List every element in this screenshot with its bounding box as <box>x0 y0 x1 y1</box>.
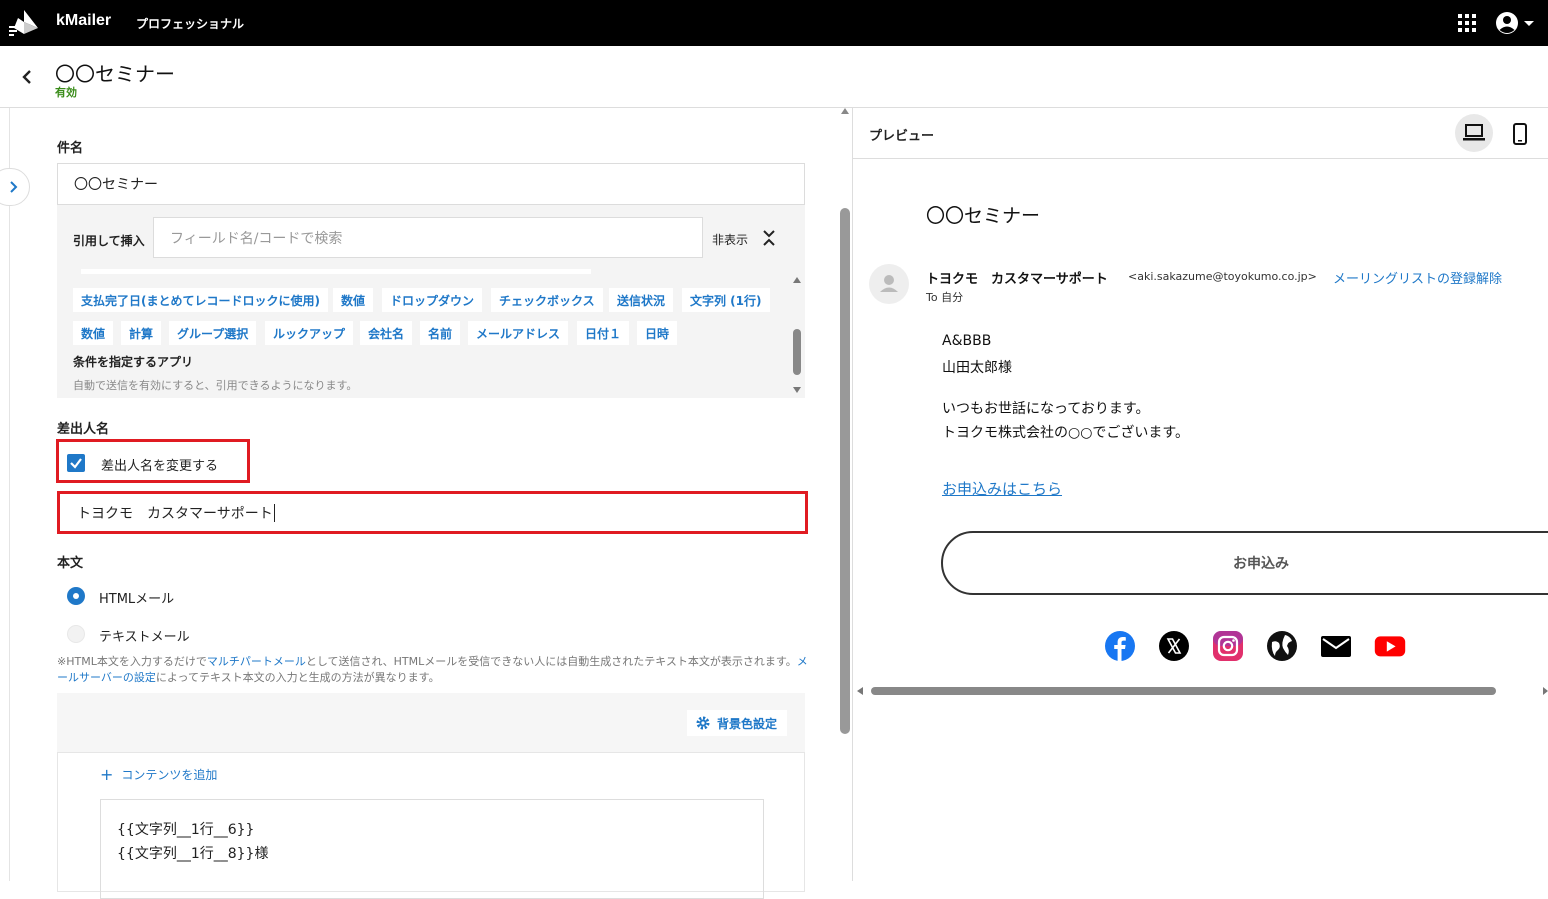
field-chip[interactable]: ルックアップ <box>265 321 354 345</box>
unsubscribe-link[interactable]: メーリングリストの登録解除 <box>1333 268 1502 287</box>
field-chip[interactable]: メールアドレス <box>468 321 569 345</box>
content-editor[interactable]: {{文字列__1行__6}} {{文字列__1行__8}}様 <box>100 799 764 899</box>
radio-text-label[interactable]: テキストメール <box>99 626 190 645</box>
note-text: ※HTML本文を入力するだけで <box>57 655 207 668</box>
mail-icon[interactable] <box>1320 630 1352 662</box>
field-search-input[interactable]: フィールド名/コードで検索 <box>153 217 703 258</box>
field-chip[interactable]: 日時 <box>637 321 678 345</box>
preview-body-line: いつもお世話になっております。 <box>942 401 1150 417</box>
sender-label: 差出人名 <box>57 422 110 437</box>
smartphone-icon[interactable] <box>1512 123 1528 145</box>
laptop-icon <box>1463 124 1485 141</box>
sender-name-input[interactable]: トヨクモ カスタマーサポート <box>61 495 804 530</box>
preview-scrollbar[interactable] <box>853 684 1548 698</box>
preview-sender-email: <aki.sakazume@toyokumo.co.jp> <box>1128 270 1317 283</box>
collapse-icon[interactable] <box>761 227 777 249</box>
radio-html[interactable] <box>67 587 85 605</box>
insert-label: 引用して挿入 <box>73 234 145 248</box>
facebook-icon[interactable] <box>1104 630 1136 662</box>
body-label: 本文 <box>57 556 84 571</box>
content-section: 背景色設定 + コンテンツを追加 {{文字列__1行__6}} {{文字列__1… <box>57 693 805 899</box>
sender-name-value: トヨクモ カスタマーサポート <box>77 505 273 522</box>
avatar <box>869 264 909 304</box>
app-edition: プロフェッショナル <box>136 17 245 31</box>
x-icon[interactable] <box>1158 630 1190 662</box>
plus-icon: + <box>100 765 114 784</box>
person-icon <box>880 275 898 292</box>
field-chip[interactable]: ドロップダウン <box>382 288 483 312</box>
preview-to: To 自分 <box>926 291 964 304</box>
field-chip[interactable]: 数値 <box>333 288 374 312</box>
conditional-app-hint: 自動で送信を有効にすると、引用できるようになります。 <box>73 379 358 392</box>
instagram-icon[interactable] <box>1212 630 1244 662</box>
page-title: 〇〇セミナー <box>55 62 175 86</box>
conditional-app-label: 条件を指定するアプリ <box>73 355 194 369</box>
page-header: 〇〇セミナー 有効 <box>0 46 1548 108</box>
multipart-link[interactable]: マルチパートメール <box>207 655 306 668</box>
preview-sender-name: トヨクモ カスタマーサポート <box>926 272 1108 287</box>
change-sender-checkbox[interactable] <box>67 454 85 472</box>
preview-panel: プレビュー 〇〇セミナー トヨクモ カスタマーサポート <aki.sakazum… <box>853 108 1548 881</box>
chip-list-scrollbar[interactable] <box>790 275 804 397</box>
subject-input[interactable]: 〇〇セミナー <box>57 163 805 205</box>
top-bar: kMailer プロフェッショナル <box>0 0 1548 46</box>
clipped-chip-row <box>81 269 591 274</box>
desktop-view-button[interactable] <box>1455 114 1493 152</box>
field-chip[interactable]: 名前 <box>420 321 461 345</box>
web-icon[interactable] <box>1266 630 1298 662</box>
radio-text[interactable] <box>67 625 85 643</box>
content-card: + コンテンツを追加 {{文字列__1行__6}} {{文字列__1行__8}}… <box>57 752 805 899</box>
preview-body-line: トヨクモ株式会社の○○でございます。 <box>942 425 1190 441</box>
editor-line: {{文字列__1行__8}}様 <box>117 846 269 862</box>
field-chip[interactable]: チェックボックス <box>491 288 603 312</box>
insert-field-panel: 引用して挿入 フィールド名/コードで検索 非表示 支払完了日(まとめてレコードロ… <box>57 205 805 398</box>
note-text: として送信され、HTMLメールを受信できない人には自動生成されたテキスト本文が表… <box>305 655 797 668</box>
preview-body-line: 山田太郎様 <box>942 360 1012 376</box>
hide-toggle-label[interactable]: 非表示 <box>712 231 748 248</box>
add-content-label: コンテンツを追加 <box>121 768 218 782</box>
kmailer-logo-icon[interactable] <box>8 8 40 36</box>
subject-label: 件名 <box>57 141 84 156</box>
preview-body-line: A&BBB <box>942 333 992 349</box>
field-chip[interactable]: 会社名 <box>360 321 413 345</box>
text-cursor <box>273 503 275 522</box>
preview-subject: 〇〇セミナー <box>926 205 1041 227</box>
field-chip[interactable]: 日付１ <box>577 321 630 345</box>
radio-html-label[interactable]: HTMLメール <box>99 588 174 607</box>
apply-link[interactable]: お申込みはこちら <box>942 478 1062 499</box>
checkmark-icon <box>70 458 82 469</box>
gear-icon <box>696 716 710 730</box>
field-chip[interactable]: 送信状況 <box>609 288 674 312</box>
youtube-icon[interactable] <box>1374 630 1406 662</box>
body-note: ※HTML本文を入力するだけでマルチパートメールとして送信され、HTMLメールを… <box>57 654 809 686</box>
form-scrollbar[interactable] <box>838 108 852 881</box>
change-sender-label[interactable]: 差出人名を変更する <box>101 455 218 474</box>
apps-grid-icon[interactable] <box>1457 13 1477 33</box>
field-chip[interactable]: グループ選択 <box>169 321 257 345</box>
email-form: 件名 〇〇セミナー 引用して挿入 フィールド名/コードで検索 非表示 支払完了日… <box>0 108 838 899</box>
field-chip[interactable]: 数値 <box>73 321 114 345</box>
editor-line: {{文字列__1行__6}} <box>117 822 255 838</box>
add-content-button[interactable]: + コンテンツを追加 <box>100 765 217 784</box>
app-name: kMailer <box>56 12 112 29</box>
preview-header: プレビュー <box>853 108 1548 159</box>
note-text: によってテキスト本文の入力と生成の方法が異なります。 <box>155 671 440 684</box>
account-menu-icon[interactable] <box>1494 10 1538 36</box>
field-chip[interactable]: 文字列 (1行) <box>682 288 770 312</box>
preview-label: プレビュー <box>869 129 935 144</box>
bg-color-button[interactable]: 背景色設定 <box>687 710 787 736</box>
bg-color-label: 背景色設定 <box>717 716 778 731</box>
back-arrow-icon[interactable] <box>16 66 38 88</box>
apply-button[interactable]: お申込み <box>941 531 1548 595</box>
field-chip[interactable]: 計算 <box>121 321 162 345</box>
field-chip[interactable]: 支払完了日(まとめてレコードロックに使用) <box>73 288 328 312</box>
status-badge: 有効 <box>55 86 77 99</box>
